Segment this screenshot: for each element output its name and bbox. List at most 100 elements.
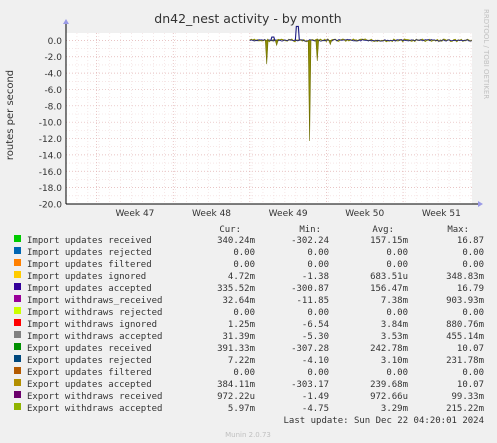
legend-label: Import withdraws_received	[27, 296, 162, 306]
legend-label: Export updates accepted	[27, 380, 152, 390]
legend-avg: 3.10m	[381, 356, 408, 366]
legend-cur: 335.52m	[217, 284, 255, 294]
legend-max: 231.78m	[446, 356, 484, 366]
legend-swatch	[14, 271, 21, 278]
legend-max: 10.07	[457, 344, 484, 354]
legend-cur: 5.97m	[228, 404, 255, 414]
legend-avg: 0.00	[386, 260, 408, 270]
legend-cur: 340.24m	[217, 236, 255, 246]
legend-max: 99.33m	[451, 392, 484, 402]
legend-avg: 972.66u	[370, 392, 408, 402]
legend-swatch	[14, 403, 21, 410]
legend-max: 903.93m	[446, 296, 484, 306]
y-tick-label: -10.0	[39, 119, 63, 129]
legend-avg: 3.53m	[381, 332, 408, 342]
legend-swatch	[14, 247, 21, 254]
legend-avg: 156.47m	[370, 284, 408, 294]
legend-label: Export withdraws accepted	[27, 404, 162, 414]
y-tick-label: -2.0	[44, 53, 62, 63]
legend-min: -6.54	[302, 320, 329, 330]
legend-min: -1.49	[302, 392, 329, 402]
legend-min: -4.75	[302, 404, 329, 414]
legend-label: Export withdraws received	[27, 392, 162, 402]
legend-label: Import updates received	[27, 236, 152, 246]
munin-chart: dn42_nest activity - by month RRDTOOL / …	[0, 0, 497, 443]
legend-avg: 0.00	[386, 368, 408, 378]
y-tick-label: 0.0	[48, 37, 63, 47]
legend-avg: 157.15m	[370, 236, 408, 246]
legend-cur: 384.11m	[217, 380, 255, 390]
legend-label: Import updates rejected	[27, 248, 152, 258]
y-tick-label: -16.0	[39, 168, 63, 178]
legend-min: 0.00	[307, 260, 329, 270]
y-tick-label: -14.0	[39, 151, 63, 161]
munin-version: Munin 2.0.73	[225, 431, 271, 439]
legend-avg: 0.00	[386, 308, 408, 318]
plot-area	[66, 33, 472, 204]
y-axis-label: routes per second	[5, 70, 16, 160]
legend-label: Import updates ignored	[27, 272, 146, 282]
legend-avg: 3.84m	[381, 320, 408, 330]
legend-label: Export updates received	[27, 344, 152, 354]
legend-max: 0.00	[462, 308, 484, 318]
y-tick-label: -4.0	[44, 70, 62, 80]
legend-min: -4.10	[302, 356, 329, 366]
legend-min: 0.00	[307, 248, 329, 258]
legend-max: 10.07	[457, 380, 484, 390]
legend-avg: 683.51u	[370, 272, 408, 282]
legend-label: Import updates accepted	[27, 284, 152, 294]
legend-avg: 7.38m	[381, 296, 408, 306]
legend-max: 215.22m	[446, 404, 484, 414]
legend-label: Import withdraws accepted	[27, 332, 162, 342]
watermark: RRDTOOL / TOBI OETIKER	[482, 9, 490, 99]
legend-swatch	[14, 391, 21, 398]
legend-max: 16.87	[457, 236, 484, 246]
x-tick-label: Week 48	[192, 209, 231, 219]
legend-swatch	[14, 307, 21, 314]
legend-avg: 239.68m	[370, 380, 408, 390]
legend-swatch	[14, 235, 21, 242]
legend-max: 0.00	[462, 260, 484, 270]
y-tick-label: -8.0	[44, 102, 62, 112]
legend-cur: 0.00	[233, 308, 255, 318]
legend-label: Import withdraws rejected	[27, 308, 162, 318]
legend-min: -300.87	[291, 284, 329, 294]
legend-header-max: Max:	[447, 225, 469, 235]
legend-header-avg: Avg:	[372, 225, 394, 235]
legend-header-cur: Cur:	[219, 225, 241, 235]
legend-max: 880.76m	[446, 320, 484, 330]
x-tick-label: Week 47	[115, 209, 154, 219]
y-tick-label: -18.0	[39, 184, 63, 194]
legend-cur: 4.72m	[228, 272, 255, 282]
legend-max: 455.14m	[446, 332, 484, 342]
legend-avg: 0.00	[386, 248, 408, 258]
y-tick-label: -6.0	[44, 86, 62, 96]
legend-label: Import updates filtered	[27, 260, 152, 270]
legend-cur: 0.00	[233, 248, 255, 258]
chart-title: dn42_nest activity - by month	[154, 11, 341, 26]
legend-cur: 391.33m	[217, 344, 255, 354]
legend-max: 16.79	[457, 284, 484, 294]
legend-avg: 3.29m	[381, 404, 408, 414]
legend-min: -303.17	[291, 380, 329, 390]
legend-header-min: Min:	[299, 225, 321, 235]
legend-label: Export updates filtered	[27, 368, 152, 378]
legend-swatch	[14, 283, 21, 290]
legend-min: -307.28	[291, 344, 329, 354]
legend-swatch	[14, 295, 21, 302]
legend-max: 348.83m	[446, 272, 484, 282]
legend-min: -5.30	[302, 332, 329, 342]
legend-cur: 7.22m	[228, 356, 255, 366]
legend-avg: 242.78m	[370, 344, 408, 354]
legend-cur: 0.00	[233, 260, 255, 270]
legend-min: 0.00	[307, 308, 329, 318]
legend-cur: 1.25m	[228, 320, 255, 330]
legend-min: -1.38	[302, 272, 329, 282]
x-tick-label: Week 49	[269, 209, 308, 219]
legend-swatch	[14, 355, 21, 362]
legend-min: -11.85	[296, 296, 329, 306]
legend-label: Import withdraws ignored	[27, 320, 157, 330]
y-tick-label: -12.0	[39, 135, 63, 145]
legend-min: -302.24	[291, 236, 329, 246]
legend-label: Export updates rejected	[27, 356, 152, 366]
